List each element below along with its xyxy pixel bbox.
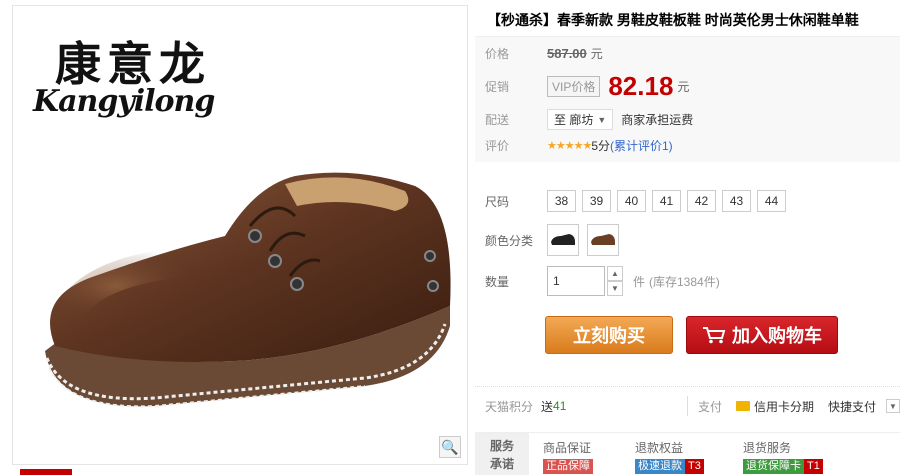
size-option[interactable]: 39 [582,190,611,212]
brown-shoe-thumbnail [591,234,615,245]
quantity-unit: 件 [633,274,646,289]
rating-row: 评价 ★★★★★ 5分 (累计评价1) [485,137,673,154]
divider [686,396,688,416]
shoe-image [45,172,451,408]
service-return: 退货服务 退货保障卡 T1 [743,439,823,474]
review-count-link[interactable]: (累计评价1) [610,137,673,154]
service-guarantee-title: 商品保证 [543,441,592,455]
currency-unit: 元 [590,47,603,61]
return-card-badge[interactable]: 退货保障卡 [743,459,804,474]
buy-now-label: 立刻购买 [573,326,645,346]
fast-refund-badge[interactable]: 极速退款 [635,459,685,474]
delivery-label: 配送 [485,113,510,127]
service-return-title: 退货服务 [743,441,792,455]
brand-logo: 康意龙 Kangyilong [33,38,223,118]
quantity-label: 数量 [485,274,510,289]
service-promise: 服务 承诺 商品保证 正品保障 退款权益 极速退款 T3 退货服务 退货保障卡 T1 [475,432,900,475]
product-gallery: 康意龙 Kangyilong 🔍 [0,0,470,475]
promo-label: 促销 [485,80,510,94]
color-label: 颜色分类 [485,233,534,248]
color-option-black[interactable] [547,224,579,256]
quantity-row: 数量 ▲ ▼ 件 (库存1384件) [485,266,720,296]
rating-score: 5分 [591,139,610,153]
star-rating-icon: ★★★★★ [547,140,592,152]
main-product-image[interactable]: 康意龙 Kangyilong 🔍 [12,5,468,465]
rating-label: 评价 [485,139,510,153]
size-option[interactable]: 38 [547,190,576,212]
chevron-up-icon[interactable]: ▲ [607,266,623,281]
stock-count: (库存1384件) [649,274,720,289]
service-refund: 退款权益 极速退款 T3 [635,439,704,474]
size-option[interactable]: 40 [617,190,646,212]
credit-card-label: 信用卡分期 [753,399,814,414]
service-refund-title: 退款权益 [635,441,684,455]
points-value: 41 [553,399,567,413]
zoom-button[interactable]: 🔍 [439,436,461,458]
original-price-row: 价格 587.00 元 [485,45,603,62]
add-to-cart-label: 加入购物车 [732,326,822,346]
service-guarantee: 商品保证 正品保障 [543,439,593,474]
size-option[interactable]: 41 [652,190,681,212]
service-label-line1: 服务 [489,438,514,453]
genuine-badge[interactable]: 正品保障 [543,459,593,474]
size-option[interactable]: 44 [757,190,786,212]
delivery-location-select[interactable]: 至 廊坊 ▼ [547,109,614,130]
magnifier-icon: 🔍 [441,438,459,455]
quantity-stepper: ▲ ▼ [607,266,623,296]
points-text: 送 [541,399,554,414]
service-label-line2: 承诺 [489,456,514,471]
payment-label: 支付 [697,399,722,414]
promo-price-row: 促销 VIP价格 82.18 元 [485,71,689,102]
service-label: 服务 承诺 [475,433,529,475]
chevron-down-icon[interactable]: ▼ [886,399,900,413]
section-divider [475,386,900,387]
quantity-input[interactable] [547,266,605,296]
size-options: 38 39 40 41 42 43 44 [547,190,786,212]
brand-logo-cn: 康意龙 [55,37,211,91]
vip-price-tag: VIP价格 [547,76,601,97]
chevron-down-icon[interactable]: ▼ [607,281,623,296]
freight-info: 商家承担运费 [621,113,694,127]
points-payment-row: 天猫积分 送 41 支付 信用卡分期 快捷支付 ▼ [485,396,900,416]
product-info: 【秒通杀】春季新款 男鞋皮鞋板鞋 时尚英伦男士休闲鞋单鞋 价格 587.00 元… [475,0,900,475]
original-price-label: 价格 [485,47,510,61]
credit-card-icon [735,401,750,411]
brand-logo-en: Kangyilong [33,84,215,119]
add-to-cart-button[interactable]: 加入购物车 [686,316,838,354]
black-shoe-thumbnail [551,234,575,245]
delivery-row: 配送 至 廊坊 ▼ 商家承担运费 [485,109,693,130]
size-option[interactable]: 43 [722,190,751,212]
return-card-suffix: T1 [804,459,823,474]
size-option[interactable]: 42 [687,190,716,212]
color-options [547,224,619,256]
color-option-brown[interactable] [587,224,619,256]
points-label: 天猫积分 [485,399,534,414]
product-title: 【秒通杀】春季新款 男鞋皮鞋板鞋 时尚英伦男士休闲鞋单鞋 [487,12,859,28]
cart-icon [703,327,726,344]
quick-pay-label[interactable]: 快捷支付 [828,398,876,415]
buy-now-button[interactable]: 立刻购买 [545,316,673,354]
thumbnail-indicator[interactable] [20,469,72,475]
original-price: 587.00 [547,46,587,61]
fast-refund-suffix: T3 [685,459,704,474]
color-row: 颜色分类 [485,224,619,256]
price-box: 价格 587.00 元 促销 VIP价格 82.18 元 配送 至 廊坊 ▼ 商… [475,36,900,162]
currency-unit: 元 [677,80,690,94]
size-row: 尺码 38 39 40 41 42 43 44 [485,190,786,212]
credit-card-installment[interactable]: 信用卡分期 [735,398,814,415]
promo-price: 82.18 [608,71,674,101]
chevron-down-icon: ▼ [597,114,607,125]
size-label: 尺码 [485,194,510,209]
delivery-location-text: 至 廊坊 [554,113,594,127]
